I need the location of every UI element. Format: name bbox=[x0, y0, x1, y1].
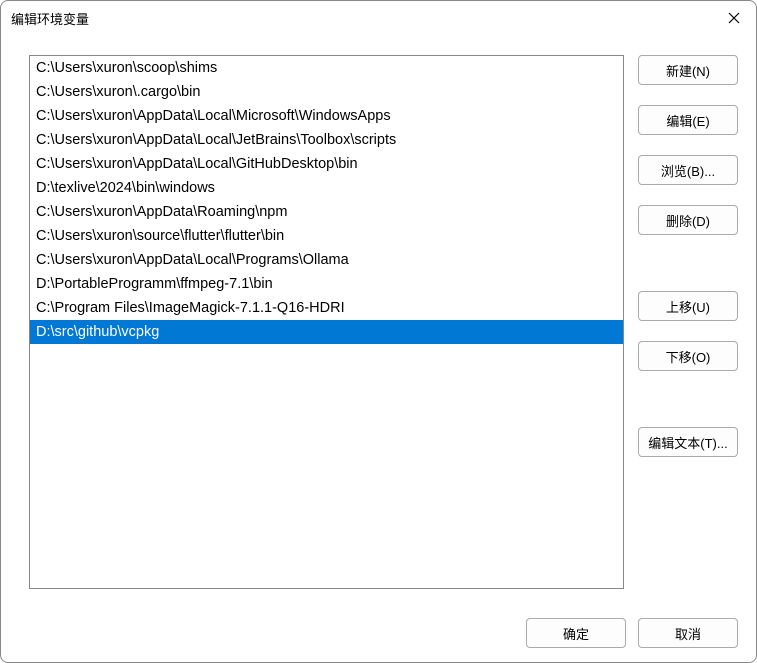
list-item[interactable]: C:\Users\xuron\AppData\Local\Microsoft\W… bbox=[30, 104, 623, 128]
edit-env-var-dialog: 编辑环境变量 C:\Users\xuron\scoop\shimsC:\User… bbox=[0, 0, 757, 663]
dialog-footer: 确定 取消 bbox=[1, 610, 756, 662]
cancel-button[interactable]: 取消 bbox=[638, 618, 738, 648]
browse-button[interactable]: 浏览(B)... bbox=[638, 155, 738, 185]
close-button[interactable] bbox=[718, 5, 750, 31]
list-item[interactable]: C:\Users\xuron\scoop\shims bbox=[30, 56, 623, 80]
list-item[interactable]: C:\Program Files\ImageMagick-7.1.1-Q16-H… bbox=[30, 296, 623, 320]
ok-button[interactable]: 确定 bbox=[526, 618, 626, 648]
list-item[interactable]: C:\Users\xuron\source\flutter\flutter\bi… bbox=[30, 224, 623, 248]
side-button-panel: 新建(N) 编辑(E) 浏览(B)... 删除(D) 上移(U) 下移(O) 编… bbox=[638, 55, 738, 600]
edit-button[interactable]: 编辑(E) bbox=[638, 105, 738, 135]
list-item[interactable]: D:\PortableProgramm\ffmpeg-7.1\bin bbox=[30, 272, 623, 296]
edit-text-button[interactable]: 编辑文本(T)... bbox=[638, 427, 738, 457]
delete-button[interactable]: 删除(D) bbox=[638, 205, 738, 235]
close-icon bbox=[728, 12, 740, 24]
list-item[interactable]: C:\Users\xuron\AppData\Local\JetBrains\T… bbox=[30, 128, 623, 152]
path-listbox[interactable]: C:\Users\xuron\scoop\shimsC:\Users\xuron… bbox=[29, 55, 624, 589]
move-down-button[interactable]: 下移(O) bbox=[638, 341, 738, 371]
titlebar: 编辑环境变量 bbox=[1, 1, 756, 33]
new-button[interactable]: 新建(N) bbox=[638, 55, 738, 85]
list-item[interactable]: C:\Users\xuron\.cargo\bin bbox=[30, 80, 623, 104]
list-item[interactable]: C:\Users\xuron\AppData\Local\Programs\Ol… bbox=[30, 248, 623, 272]
list-item[interactable]: C:\Users\xuron\AppData\Roaming\npm bbox=[30, 200, 623, 224]
dialog-title: 编辑环境变量 bbox=[11, 9, 89, 28]
move-up-button[interactable]: 上移(U) bbox=[638, 291, 738, 321]
list-item[interactable]: D:\texlive\2024\bin\windows bbox=[30, 176, 623, 200]
list-item[interactable]: C:\Users\xuron\AppData\Local\GitHubDeskt… bbox=[30, 152, 623, 176]
dialog-content: C:\Users\xuron\scoop\shimsC:\Users\xuron… bbox=[1, 33, 756, 610]
list-item[interactable]: D:\src\github\vcpkg bbox=[30, 320, 623, 344]
